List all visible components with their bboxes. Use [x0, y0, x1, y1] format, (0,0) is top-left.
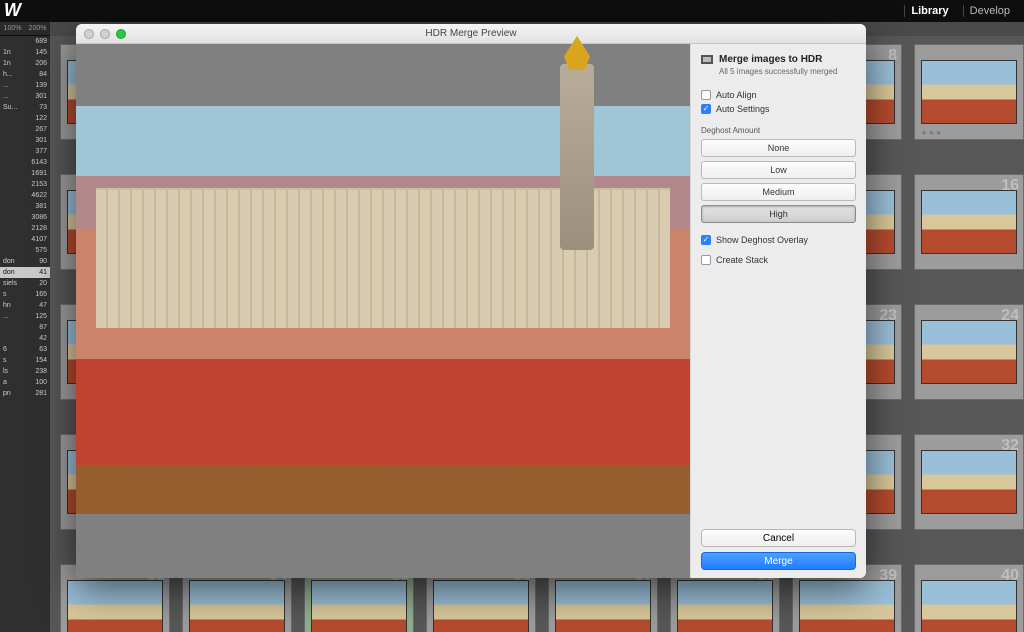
grid-thumb[interactable]: 24: [914, 304, 1024, 400]
photos-icon: [701, 55, 713, 64]
dialog-title: HDR Merge Preview: [76, 28, 866, 39]
checkbox-icon: [701, 90, 711, 100]
grid-thumb[interactable]: 16: [914, 174, 1024, 270]
folder-selected[interactable]: don41: [0, 267, 50, 278]
hdr-merge-dialog: HDR Merge Preview Merge images to HDR Al…: [76, 24, 866, 578]
auto-settings-label: Auto Settings: [716, 104, 770, 114]
checkbox-icon: [701, 235, 711, 245]
show-deghost-overlay-checkbox[interactable]: Show Deghost Overlay: [701, 233, 856, 247]
deghost-none-button[interactable]: None: [701, 139, 856, 157]
deghost-amount-label: Deghost Amount: [701, 126, 856, 135]
checkbox-icon: [701, 104, 711, 114]
create-stack-checkbox[interactable]: Create Stack: [701, 253, 856, 267]
grid-thumb[interactable]: 40: [914, 564, 1024, 632]
nav-library[interactable]: Library: [904, 5, 954, 17]
zoom-200[interactable]: 200%: [29, 25, 47, 32]
panel-heading: Merge images to HDR: [719, 54, 822, 65]
merge-options-panel: Merge images to HDR All 5 images success…: [690, 44, 866, 578]
grid-thumb[interactable]: ★★★: [914, 44, 1024, 140]
nav-develop[interactable]: Develop: [963, 5, 1016, 17]
cancel-button[interactable]: Cancel: [701, 529, 856, 547]
preview-image: [76, 106, 690, 514]
dialog-titlebar[interactable]: HDR Merge Preview: [76, 24, 866, 44]
app-logo: W: [0, 0, 1024, 22]
auto-settings-checkbox[interactable]: Auto Settings: [701, 102, 856, 116]
auto-align-checkbox[interactable]: Auto Align: [701, 88, 856, 102]
show-overlay-label: Show Deghost Overlay: [716, 235, 808, 245]
deghost-medium-button[interactable]: Medium: [701, 183, 856, 201]
merge-preview[interactable]: [76, 44, 690, 578]
merge-button[interactable]: Merge: [701, 552, 856, 570]
checkbox-icon: [701, 255, 711, 265]
zoom-indicator: 100% 200%: [0, 22, 50, 36]
auto-align-label: Auto Align: [716, 90, 757, 100]
create-stack-label: Create Stack: [716, 255, 768, 265]
deghost-high-button[interactable]: High: [701, 205, 856, 223]
merge-status: All 5 images successfully merged: [701, 67, 856, 76]
folder-panel[interactable]: 689 1n145 1n206 h...84 ...139 ...301 Su.…: [0, 36, 50, 632]
zoom-100[interactable]: 100%: [4, 25, 22, 32]
grid-thumb[interactable]: 32: [914, 434, 1024, 530]
module-switcher: Library Develop: [904, 0, 1016, 22]
deghost-low-button[interactable]: Low: [701, 161, 856, 179]
